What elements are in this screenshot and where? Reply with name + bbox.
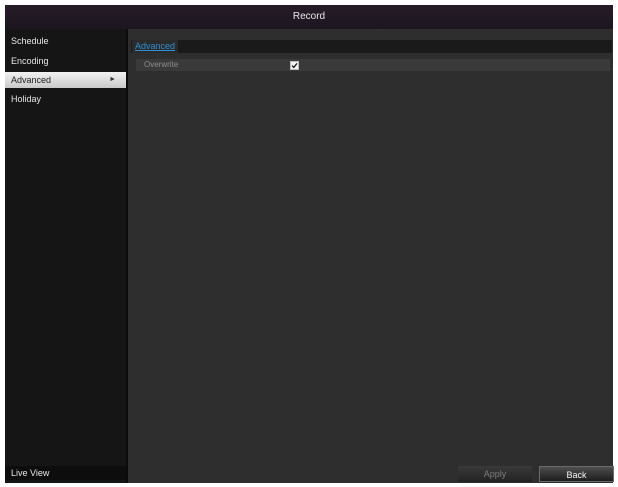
sidebar-item-holiday[interactable]: Holiday — [5, 91, 126, 107]
overwrite-checkbox[interactable] — [290, 61, 299, 70]
sidebar-item-encoding[interactable]: Encoding — [5, 53, 126, 69]
sidebar-item-label: Schedule — [11, 36, 49, 46]
back-button[interactable]: Back — [539, 466, 614, 482]
window-title: Record — [5, 5, 613, 29]
tab-advanced[interactable]: Advanced — [132, 40, 179, 53]
sidebar-item-label: Holiday — [11, 94, 42, 104]
main-panel: Advanced Overwrite Apply Back — [128, 29, 614, 483]
live-view-button[interactable]: Live View — [5, 466, 126, 480]
sidebar-item-label: Advanced — [11, 75, 52, 85]
record-window: Record Schedule Encoding Advanced ► Holi… — [5, 5, 614, 483]
setting-row-overwrite: Overwrite — [136, 59, 610, 71]
sidebar-item-schedule[interactable]: Schedule — [5, 33, 126, 49]
sidebar-item-advanced[interactable]: Advanced ► — [5, 72, 126, 88]
sidebar-item-label: Encoding — [11, 56, 49, 66]
overwrite-label: Overwrite — [144, 60, 179, 69]
arrow-right-icon: ► — [109, 76, 116, 83]
apply-button[interactable]: Apply — [458, 466, 532, 482]
tab-bar: Advanced — [131, 40, 612, 53]
sidebar: Schedule Encoding Advanced ► Holiday Liv… — [5, 29, 128, 483]
checkmark-icon — [291, 62, 298, 69]
